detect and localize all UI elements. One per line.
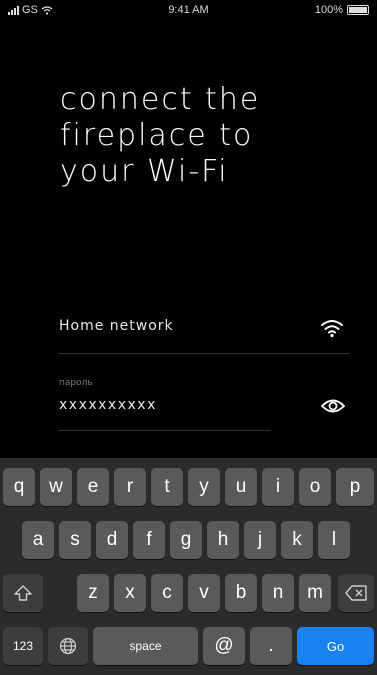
network-field[interactable]: Home network: [59, 318, 174, 334]
status-right: 100%: [315, 4, 369, 16]
key-t[interactable]: t: [151, 468, 183, 506]
at-key[interactable]: @: [203, 627, 245, 665]
keyboard: q w e r t y u i o p a s d f g h j k l z …: [0, 458, 377, 675]
key-l[interactable]: l: [318, 521, 350, 559]
key-g[interactable]: g: [170, 521, 202, 559]
wifi-icon[interactable]: [320, 318, 344, 338]
space-key[interactable]: space: [93, 627, 198, 665]
key-b[interactable]: b: [225, 574, 257, 612]
key-r[interactable]: r: [114, 468, 146, 506]
password-label: пароль: [59, 378, 93, 388]
key-d[interactable]: d: [96, 521, 128, 559]
key-f[interactable]: f: [133, 521, 165, 559]
key-q[interactable]: q: [3, 468, 35, 506]
key-a[interactable]: a: [22, 521, 54, 559]
key-h[interactable]: h: [207, 521, 239, 559]
globe-icon: [59, 637, 77, 655]
title-line-2: fireplace to: [60, 118, 254, 153]
key-m[interactable]: m: [299, 574, 331, 612]
battery-icon: [347, 5, 369, 15]
title-line-3: your Wi-Fi: [60, 154, 229, 189]
key-i[interactable]: i: [262, 468, 294, 506]
key-w[interactable]: w: [40, 468, 72, 506]
key-y[interactable]: y: [188, 468, 220, 506]
password-field[interactable]: xxxxxxxxxx: [59, 397, 157, 413]
battery-percent: 100%: [314, 4, 343, 16]
eye-icon[interactable]: [320, 396, 346, 416]
network-underline: [59, 353, 349, 354]
go-key[interactable]: Go: [297, 627, 374, 665]
shift-key[interactable]: [3, 574, 43, 612]
globe-key[interactable]: [48, 627, 88, 665]
page-title: connect the fireplace to your Wi-Fi: [60, 82, 340, 190]
key-e[interactable]: e: [77, 468, 109, 506]
title-line-1: connect the: [60, 82, 261, 117]
dot-key[interactable]: .: [250, 627, 292, 665]
key-o[interactable]: o: [299, 468, 331, 506]
key-n[interactable]: n: [262, 574, 294, 612]
key-c[interactable]: c: [151, 574, 183, 612]
key-u[interactable]: u: [225, 468, 257, 506]
password-underline: [59, 430, 271, 431]
key-p[interactable]: p: [336, 468, 374, 506]
key-k[interactable]: k: [281, 521, 313, 559]
backspace-key[interactable]: [338, 574, 374, 612]
key-j[interactable]: j: [244, 521, 276, 559]
backspace-icon: [345, 585, 367, 601]
key-s[interactable]: s: [59, 521, 91, 559]
key-z[interactable]: z: [77, 574, 109, 612]
shift-icon: [14, 585, 32, 601]
numbers-key[interactable]: 123: [3, 627, 43, 665]
key-x[interactable]: x: [114, 574, 146, 612]
key-v[interactable]: v: [188, 574, 220, 612]
status-bar: GS 9:41 AM 100%: [0, 0, 377, 22]
